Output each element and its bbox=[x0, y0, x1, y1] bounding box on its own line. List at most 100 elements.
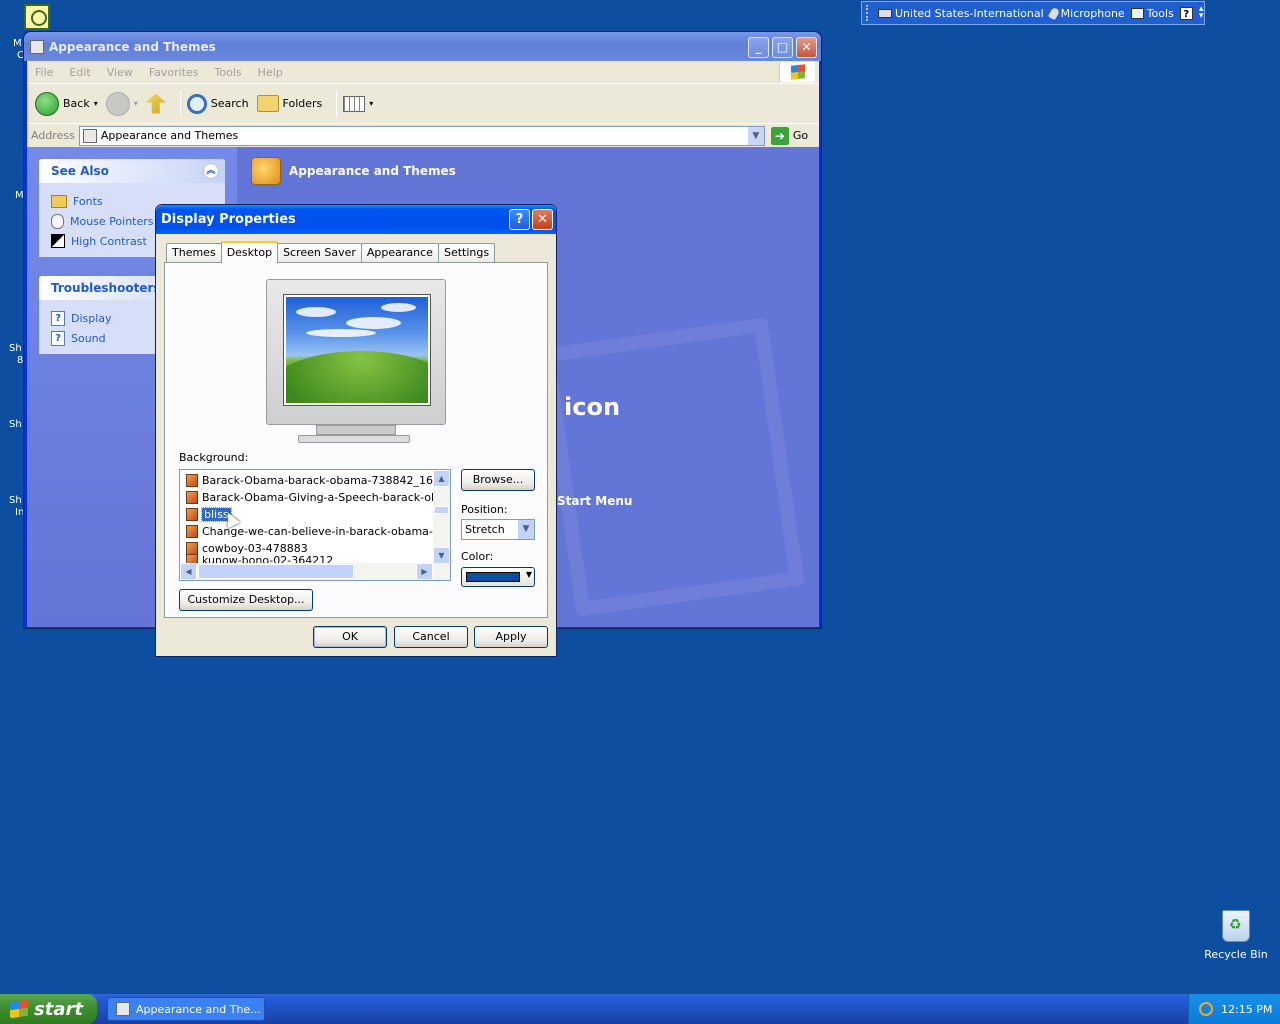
folders-icon bbox=[256, 95, 279, 112]
scroll-right-icon[interactable]: ▶ bbox=[416, 563, 433, 580]
chevron-down-icon[interactable]: ▼ bbox=[517, 520, 534, 539]
apply-button[interactable]: Apply bbox=[474, 626, 548, 648]
vertical-scrollbar[interactable]: ▲ ▼ bbox=[433, 470, 450, 564]
tab-desktop[interactable]: Desktop bbox=[220, 241, 279, 263]
start-button[interactable]: start bbox=[0, 994, 97, 1024]
preview-monitor bbox=[262, 275, 450, 447]
list-item[interactable]: Barack-Obama-Giving-a-Speech-barack-obam… bbox=[186, 489, 450, 506]
menu-favorites[interactable]: Favorites bbox=[141, 66, 207, 79]
task-text-fragment[interactable]: Start Menu bbox=[557, 494, 632, 508]
troubleshooters-title: Troubleshooters bbox=[51, 281, 161, 295]
collapse-icon[interactable]: ︽ bbox=[203, 163, 219, 179]
toolbar-separator bbox=[179, 90, 181, 117]
dialog-tabs: Themes Desktop Screen Saver Appearance S… bbox=[166, 241, 496, 263]
list-item[interactable]: Barack-Obama-barack-obama-738842_1600_12 bbox=[186, 472, 450, 489]
views-button[interactable]: ▾ bbox=[343, 95, 374, 112]
maximize-button[interactable]: □ bbox=[772, 37, 793, 58]
desktop-icon-label: Sh bbox=[9, 419, 22, 430]
scroll-thumb[interactable] bbox=[434, 506, 449, 514]
explorer-title: Appearance and Themes bbox=[49, 39, 216, 54]
menu-tools[interactable]: Tools bbox=[207, 66, 250, 79]
tab-screen-saver[interactable]: Screen Saver bbox=[277, 243, 362, 263]
menu-help[interactable]: Help bbox=[250, 66, 291, 79]
monitor-bezel bbox=[266, 279, 446, 425]
dialog-close-button[interactable]: ✕ bbox=[532, 209, 553, 230]
image-file-icon bbox=[186, 525, 198, 538]
address-value: Appearance and Themes bbox=[100, 129, 239, 142]
go-button[interactable]: ➔ Go bbox=[770, 126, 809, 145]
clock[interactable]: 12:15 PM bbox=[1221, 1003, 1272, 1016]
views-icon bbox=[343, 95, 366, 112]
control-panel-icon bbox=[116, 1002, 130, 1016]
position-value: Stretch bbox=[465, 523, 505, 536]
address-input[interactable]: Appearance and Themes ▼ bbox=[78, 125, 765, 146]
microphone-button[interactable]: Microphone bbox=[1047, 6, 1125, 20]
dialog-help-button[interactable]: ? bbox=[509, 209, 530, 230]
views-dropdown-icon: ▾ bbox=[369, 99, 374, 108]
menu-edit[interactable]: Edit bbox=[61, 66, 98, 79]
scroll-left-icon[interactable]: ◀ bbox=[180, 563, 197, 580]
folders-button[interactable]: Folders bbox=[256, 95, 322, 112]
search-icon bbox=[186, 93, 207, 114]
taskbar-window-label: Appearance and The... bbox=[136, 1002, 261, 1016]
explorer-title-bar[interactable]: Appearance and Themes _ □ ✕ bbox=[24, 32, 821, 61]
recycle-bin[interactable]: Recycle Bin bbox=[1196, 910, 1276, 970]
browse-button[interactable]: Browse... bbox=[461, 469, 535, 491]
address-dropdown-icon[interactable]: ▼ bbox=[746, 126, 764, 145]
recycle-bin-label: Recycle Bin bbox=[1204, 948, 1268, 961]
image-file-icon bbox=[186, 508, 198, 521]
language-bar-grip[interactable] bbox=[866, 5, 872, 21]
desktop-tab-panel: Background: Barack-Obama-barack-obama-73… bbox=[164, 262, 548, 618]
scroll-down-icon[interactable]: ▼ bbox=[433, 547, 450, 564]
close-button[interactable]: ✕ bbox=[796, 37, 817, 58]
image-file-icon bbox=[186, 474, 198, 487]
back-arrow-icon bbox=[35, 91, 59, 116]
monitor-neck bbox=[316, 425, 396, 435]
back-button[interactable]: Back ▾ bbox=[35, 91, 98, 116]
windows-flag-icon bbox=[10, 999, 28, 1019]
address-label: Address bbox=[31, 129, 75, 142]
forward-dropdown-icon[interactable]: ▾ bbox=[134, 99, 138, 108]
ok-button[interactable]: OK bbox=[313, 626, 387, 648]
back-dropdown-icon[interactable]: ▾ bbox=[94, 99, 98, 108]
desktop-icon-label: Sh bbox=[9, 343, 22, 354]
language-button[interactable]: United States-International bbox=[878, 7, 1044, 20]
background-list[interactable]: Barack-Obama-barack-obama-738842_1600_12… bbox=[179, 469, 451, 581]
menu-file[interactable]: File bbox=[27, 66, 61, 79]
position-select[interactable]: Stretch ▼ bbox=[461, 519, 535, 540]
cancel-button[interactable]: Cancel bbox=[394, 626, 468, 648]
search-button[interactable]: Search bbox=[186, 93, 249, 114]
color-picker-button[interactable]: ▼ bbox=[461, 567, 535, 587]
scroll-up-icon[interactable]: ▲ bbox=[433, 470, 450, 487]
tab-appearance[interactable]: Appearance bbox=[360, 243, 439, 263]
see-also-header[interactable]: See Also ︽ bbox=[39, 159, 225, 183]
tab-settings[interactable]: Settings bbox=[437, 243, 496, 263]
horizontal-scrollbar[interactable]: ◀ ▶ bbox=[180, 563, 450, 580]
control-panel-icon[interactable] bbox=[30, 39, 44, 54]
search-tray-icon[interactable] bbox=[1199, 1002, 1213, 1016]
image-file-icon bbox=[186, 542, 198, 555]
task-text-fragment[interactable]: icon bbox=[564, 393, 620, 421]
scroll-thumb[interactable] bbox=[198, 564, 354, 579]
category-header: Appearance and Themes bbox=[251, 157, 456, 185]
language-bar-options-icon[interactable]: ▴ ▾ bbox=[1199, 5, 1204, 21]
windows-logo-icon bbox=[779, 62, 815, 82]
taskbar-window-button[interactable]: Appearance and The... bbox=[107, 997, 265, 1021]
troubleshooter-display-label: Display bbox=[71, 311, 112, 325]
menu-view[interactable]: View bbox=[99, 66, 141, 79]
up-button[interactable] bbox=[145, 93, 166, 114]
customize-desktop-button[interactable]: Customize Desktop... bbox=[179, 589, 313, 611]
forward-button[interactable]: ▾ bbox=[105, 91, 138, 116]
desktop-shortcut-icon[interactable] bbox=[24, 4, 50, 30]
help-icon[interactable]: ? bbox=[1179, 6, 1193, 20]
help-icon: ? bbox=[51, 310, 65, 326]
position-label: Position: bbox=[461, 503, 508, 516]
dialog-title-bar[interactable]: Display Properties ? ✕ bbox=[156, 205, 556, 234]
background-label: Background: bbox=[179, 451, 249, 464]
see-also-mouse-pointers-label: Mouse Pointers bbox=[70, 214, 154, 228]
minimize-button[interactable]: _ bbox=[748, 37, 769, 58]
go-label: Go bbox=[792, 129, 809, 142]
keyboard-icon bbox=[878, 8, 892, 18]
tools-button[interactable]: Tools bbox=[1130, 7, 1174, 20]
tab-themes[interactable]: Themes bbox=[166, 243, 222, 263]
